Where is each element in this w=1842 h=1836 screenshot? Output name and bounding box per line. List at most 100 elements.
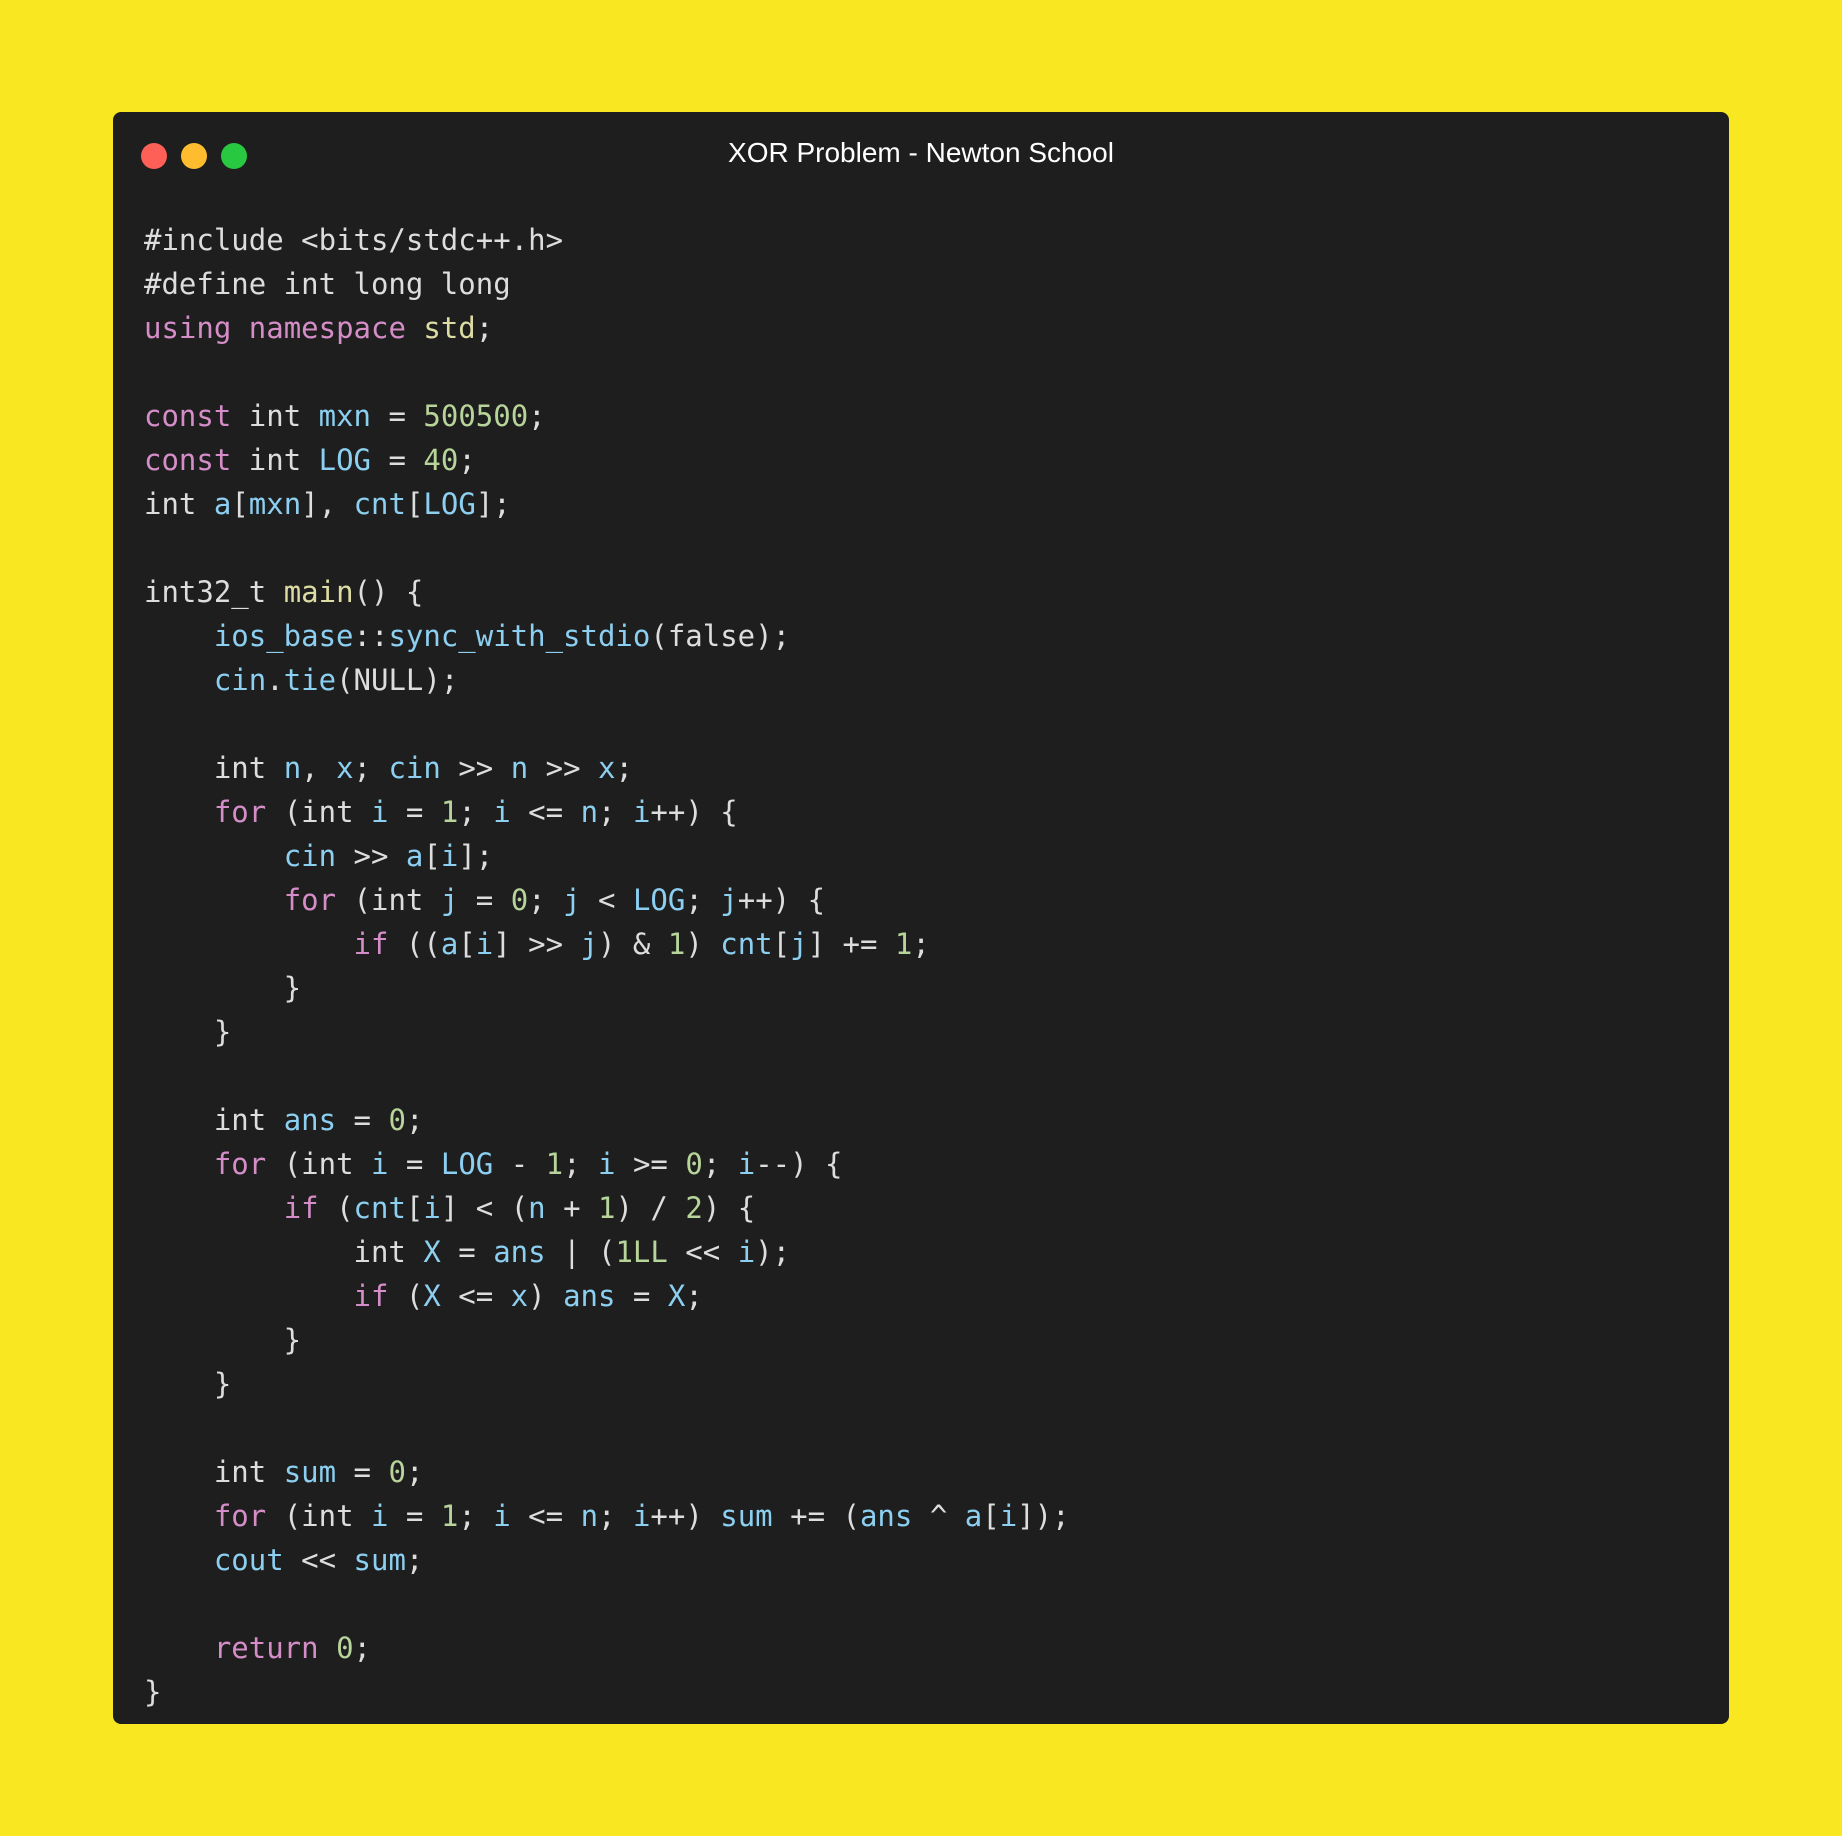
code-token: cin [213,663,267,697]
code-token: i [493,1499,511,1533]
code-token: ; [353,1631,372,1665]
code-token: i [632,795,651,829]
code-token: int32_t [144,575,284,609]
code-token: mxn [318,399,372,433]
code-line: using namespace std; [144,306,1070,350]
code-token: = [371,399,424,433]
code-token: LOG [423,487,476,521]
code-token: a [213,487,232,521]
code-token: if [283,1191,319,1225]
code-token: X [667,1279,686,1313]
code-token: 0 [685,1147,703,1181]
code-token: ; [912,927,930,961]
code-token: i [737,1235,756,1269]
code-token: ; [458,795,494,829]
code-token: } [144,1675,162,1709]
code-token: sync_with_stdio [388,619,651,653]
code-token: namespace [248,311,406,345]
code-token: (int [266,1147,371,1181]
code-token: | ( [545,1235,616,1269]
code-token: ]; [458,839,494,873]
code-token: [ [772,927,791,961]
code-token: using [144,311,232,345]
code-token: ) / [615,1191,686,1225]
code-token: = [388,795,441,829]
code-token: int [144,1103,284,1137]
code-token: ; [598,1499,633,1533]
code-token: ans [563,1279,616,1313]
code-line: int n, x; cin >> n >> x; [144,746,1070,790]
code-line: #include <bits/stdc++.h> [144,218,1070,262]
code-token: <= [510,1499,581,1533]
code-token: i [371,795,389,829]
code-token: 1LL [615,1235,668,1269]
code-token: ++) [650,1499,721,1533]
code-token: j [720,883,738,917]
code-token: for [213,795,267,829]
code-token: 1 [667,927,686,961]
code-line: cout << sum; [144,1538,1070,1582]
code-token: j [440,883,459,917]
code-token: ans [493,1235,546,1269]
code-token: ; [528,883,564,917]
code-token: += ( [772,1499,860,1533]
code-token: [ [982,1499,1000,1533]
code-window: XOR Problem - Newton School #include <bi… [113,112,1729,1724]
code-token: 0 [388,1103,406,1137]
code-token: ] += [807,927,895,961]
code-token: i [493,795,511,829]
code-token: sum [283,1455,337,1489]
code-token: ; [685,1279,703,1313]
code-token: i [737,1147,756,1181]
code-token: int [231,399,319,433]
code-line: } [144,1670,1070,1714]
code-token: >> [440,751,511,785]
code-token: n [580,1499,599,1533]
code-token: i [371,1499,389,1533]
code-token: ]; [475,487,511,521]
code-token: 1 [440,795,459,829]
code-token: <= [510,795,581,829]
code-token: int [144,487,214,521]
code-token: ; [598,795,633,829]
code-token: ; [615,751,633,785]
code-token: 40 [423,443,459,477]
code-token: >> [528,751,599,785]
code-token: cin [283,839,337,873]
code-token: a [964,1499,983,1533]
code-token: (int [336,883,441,917]
code-token: = [388,1499,441,1533]
title-bar: XOR Problem - Newton School [113,112,1729,198]
code-token: ; [475,311,494,345]
code-token: ; [528,399,546,433]
code-token: ], [301,487,354,521]
code-token: #define int long long [144,267,511,301]
code-token: } [144,1367,232,1401]
code-token: j [580,927,599,961]
code-token: ); [755,1235,791,1269]
code-token: = [336,1103,389,1137]
code-token: main [283,575,354,609]
code-token: >> [336,839,406,873]
code-token: sum [720,1499,773,1533]
code-token: cout [213,1543,284,1577]
code-token: LOG [440,1147,494,1181]
code-token: } [144,1015,232,1049]
code-token: ans [859,1499,913,1533]
code-token: tie [283,663,337,697]
code-token: x [336,751,354,785]
code-token: ]); [1017,1499,1070,1533]
code-token: [ [405,1191,424,1225]
code-token: (( [388,927,441,961]
code-token: n [580,795,599,829]
code-line: for (int j = 0; j < LOG; j++) { [144,878,1070,922]
code-token: x [510,1279,529,1313]
code-token: 1 [598,1191,616,1225]
